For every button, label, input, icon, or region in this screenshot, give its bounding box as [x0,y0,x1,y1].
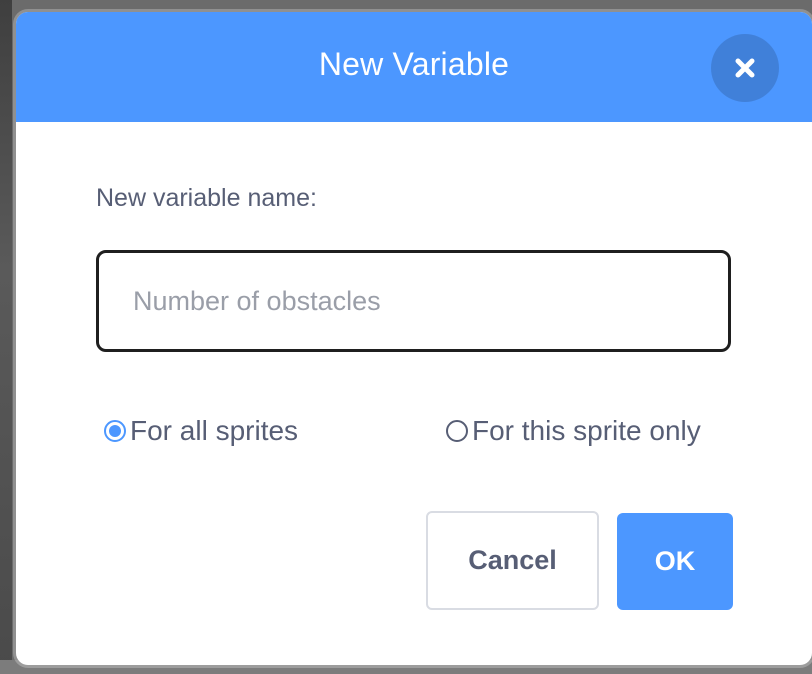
variable-name-label: New variable name: [96,184,317,212]
close-button[interactable] [711,34,779,102]
backdrop [0,0,12,674]
ok-button[interactable]: OK [617,513,733,610]
scope-option-all-sprites[interactable]: For all sprites [104,415,298,447]
scope-option-label: For this sprite only [472,415,701,446]
new-variable-dialog: New Variable New variable name: For all … [16,12,812,665]
close-icon [735,58,755,78]
dialog-title: New Variable [318,46,510,82]
dialog-header: New Variable [16,12,812,122]
scope-option-label: For all sprites [130,415,299,446]
radio-unchecked-icon[interactable] [446,420,468,442]
scope-option-this-sprite[interactable]: For this sprite only [446,415,701,447]
radio-checked-icon[interactable] [104,420,126,442]
cancel-button[interactable]: Cancel [426,511,599,610]
variable-name-input[interactable] [96,250,731,352]
